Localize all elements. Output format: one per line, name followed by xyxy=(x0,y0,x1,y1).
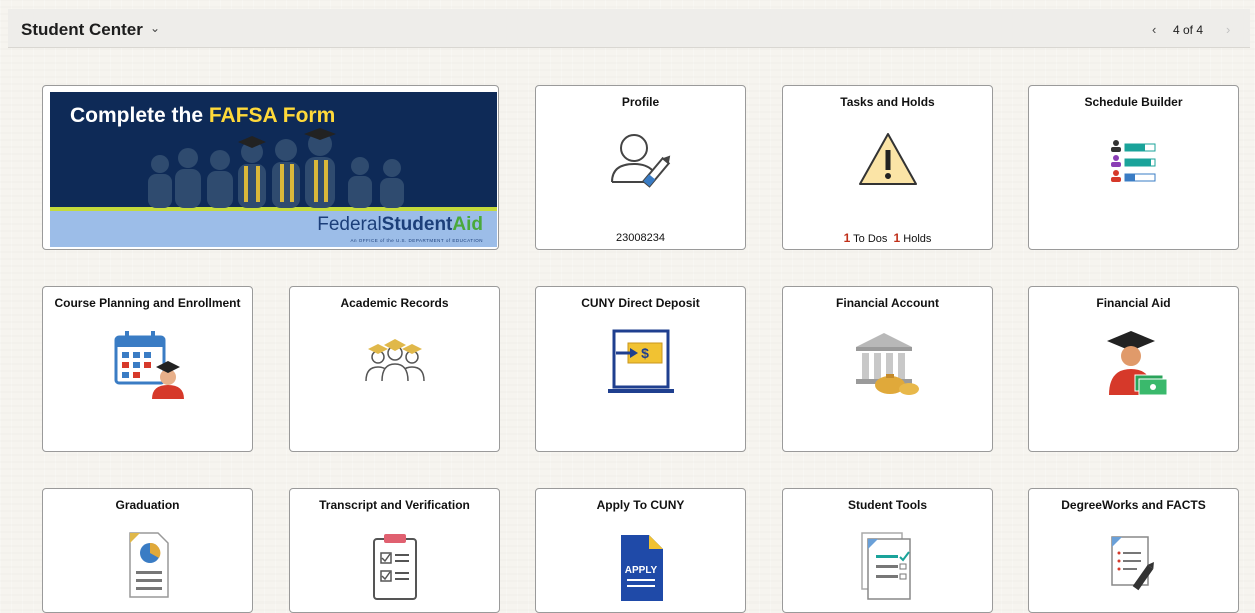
tile-title: Schedule Builder xyxy=(1084,95,1183,109)
course-planning-tile[interactable]: Course Planning and Enrollment xyxy=(42,286,253,452)
document-edit-icon xyxy=(1110,536,1154,591)
warning-icon xyxy=(858,133,917,185)
tile-title: Student Tools xyxy=(847,498,928,512)
bank-money-icon xyxy=(855,333,919,395)
academic-records-tile[interactable]: Academic Records xyxy=(289,286,500,452)
graduation-tile[interactable]: Graduation xyxy=(42,488,253,613)
fsa-subtitle: An OFFICE of the U.S. DEPARTMENT of EDUC… xyxy=(350,238,483,243)
apply-to-cuny-tile[interactable]: Apply To CUNY APPLY xyxy=(535,488,746,613)
documents-check-icon xyxy=(860,532,911,600)
apply-document-icon: APPLY xyxy=(620,535,663,601)
fafsa-banner: Complete the FAFSA Form FederalStudentAi… xyxy=(50,92,497,247)
emplid-text: 23008234 xyxy=(616,232,665,244)
svg-text:$: $ xyxy=(641,345,649,361)
fafsa-banner-tile[interactable]: Complete the FAFSA Form FederalStudentAi… xyxy=(42,85,499,250)
chevron-down-icon[interactable]: ⌄ xyxy=(150,21,160,35)
financial-aid-tile[interactable]: Financial Aid xyxy=(1028,286,1239,452)
tile-title: Transcript and Verification xyxy=(319,498,470,512)
schedule-list-icon xyxy=(1110,140,1155,182)
todo-label: To Dos xyxy=(853,233,888,245)
direct-deposit-tile[interactable]: CUNY Direct Deposit $ xyxy=(535,286,746,452)
apply-icon-label: APPLY xyxy=(624,565,657,576)
graduates-group-icon xyxy=(364,339,425,382)
chevron-left-icon[interactable]: ‹ xyxy=(1152,22,1156,37)
financial-account-tile[interactable]: Financial Account xyxy=(782,286,993,452)
tile-title: Financial Aid xyxy=(1096,296,1171,310)
tile-title: Profile xyxy=(621,95,660,109)
tile-title: CUNY Direct Deposit xyxy=(581,296,700,310)
page-indicator: 4 of 4 xyxy=(1173,23,1204,37)
tasks-and-holds-tile[interactable]: Tasks and Holds 1 To Dos 1 Holds xyxy=(782,85,993,250)
student-tools-tile[interactable]: Student Tools xyxy=(782,488,993,613)
user-edit-icon xyxy=(610,134,670,188)
holds-count: 1 xyxy=(893,231,901,245)
degreeworks-facts-tile[interactable]: DegreeWorks and FACTS xyxy=(1028,488,1239,613)
tasks-summary: 1 To Dos 1 Holds xyxy=(783,231,992,245)
tile-title: Financial Account xyxy=(836,296,939,310)
page-header: Student Center ⌄ ‹ 4 of 4 › xyxy=(8,9,1250,48)
page-title[interactable]: Student Center xyxy=(21,20,143,40)
tile-title: Tasks and Holds xyxy=(840,95,935,109)
profile-tile[interactable]: Profile 23008234 xyxy=(535,85,746,250)
holds-label: Holds xyxy=(903,233,932,245)
calendar-student-icon xyxy=(114,331,184,399)
todo-count: 1 xyxy=(843,231,851,245)
students-illustration xyxy=(148,128,404,208)
tile-title: Academic Records xyxy=(340,296,449,310)
schedule-builder-tile[interactable]: Schedule Builder xyxy=(1028,85,1239,250)
chevron-right-icon: › xyxy=(1226,22,1231,37)
tile-title: Apply To CUNY xyxy=(596,498,685,512)
tile-title: Graduation xyxy=(115,498,180,512)
fsa-logo: FederalStudentAid xyxy=(317,214,483,235)
tile-title: DegreeWorks and FACTS xyxy=(1061,498,1206,512)
tile-title: Course Planning and Enrollment xyxy=(54,296,241,310)
transcript-verification-tile[interactable]: Transcript and Verification xyxy=(289,488,500,613)
report-pie-icon xyxy=(128,532,169,598)
checklist-icon xyxy=(372,534,417,600)
laptop-money-icon: $ xyxy=(607,329,674,393)
graduate-money-icon xyxy=(1106,331,1167,396)
